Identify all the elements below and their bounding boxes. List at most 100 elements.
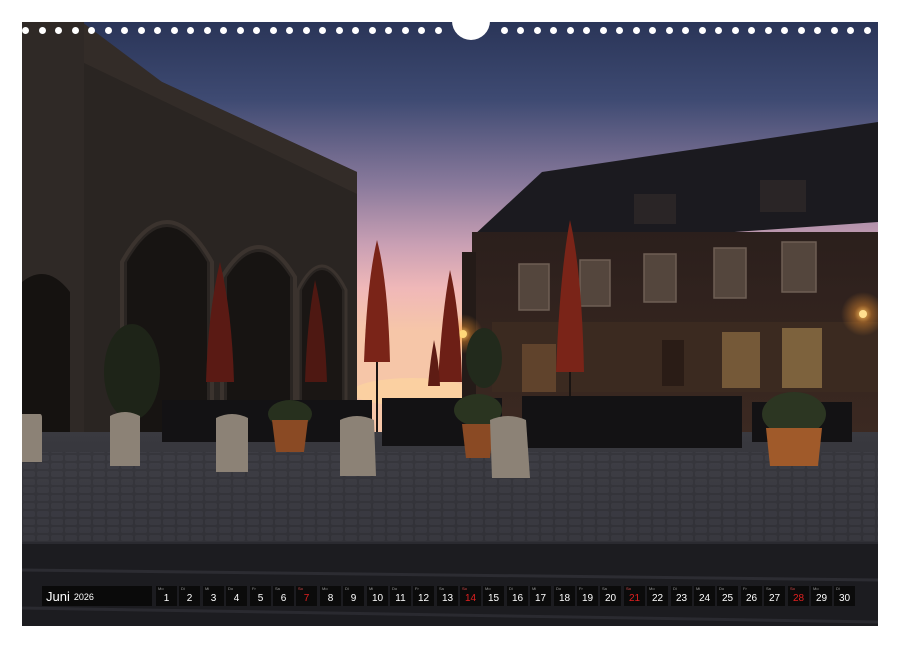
- binding-hole: [715, 27, 722, 34]
- binding-hole: [105, 27, 112, 34]
- day-cell: Mi3: [203, 586, 224, 606]
- binding-hole: [699, 27, 706, 34]
- day-number: 18: [554, 593, 575, 604]
- binding-hole: [72, 27, 79, 34]
- weekday-label: Di: [673, 587, 677, 591]
- day-cell: Sa 13: [437, 586, 458, 606]
- month-label: Juni 2026: [42, 586, 152, 606]
- month-year: 2026: [74, 592, 94, 602]
- day-number: 1: [156, 593, 177, 604]
- binding-hole: [204, 27, 211, 34]
- binding-hole: [154, 27, 161, 34]
- weekday-label: Di: [181, 587, 185, 591]
- day-number: 27: [764, 593, 785, 604]
- day-cell: Do4: [226, 586, 247, 606]
- binding-hole: [39, 27, 46, 34]
- day-number: 8: [320, 593, 341, 604]
- weekday-label: Mo: [813, 587, 819, 591]
- binding-hole: [633, 27, 640, 34]
- binding-hole: [352, 27, 359, 34]
- weekday-label: Sa: [602, 587, 607, 591]
- weekday-label: Sa: [766, 587, 771, 591]
- day-number: 25: [717, 593, 738, 604]
- binding-hole: [831, 27, 838, 34]
- binding-hole: [138, 27, 145, 34]
- binding-hole: [171, 27, 178, 34]
- binding-hole: [847, 27, 854, 34]
- day-number: 13: [437, 593, 458, 604]
- day-cell: Mo 29: [811, 586, 832, 606]
- day-number: 17: [530, 593, 551, 604]
- photo-scene: [22, 22, 878, 626]
- binding-hole: [616, 27, 623, 34]
- day-cell: Di 2: [179, 586, 200, 606]
- weekday-label: So: [626, 587, 631, 591]
- binding-hole: [319, 27, 326, 34]
- binding-hole: [814, 27, 821, 34]
- day-cell: So 7: [296, 586, 317, 606]
- binding-hole: [402, 27, 409, 34]
- binding-hole: [286, 27, 293, 34]
- day-cell: Mo 15: [483, 586, 504, 606]
- day-cell: So14: [460, 586, 481, 606]
- binding-hole: [583, 27, 590, 34]
- binding-hole: [600, 27, 607, 34]
- binding-hole: [385, 27, 392, 34]
- weekday-label: Do: [719, 587, 724, 591]
- binding-hole: [781, 27, 788, 34]
- day-cell: Do18: [554, 586, 575, 606]
- day-number: 14: [460, 593, 481, 604]
- day-number: 15: [483, 593, 504, 604]
- day-number: 21: [624, 593, 645, 604]
- binding-hole: [336, 27, 343, 34]
- day-cell: Di30: [834, 586, 855, 606]
- day-number: 26: [741, 593, 762, 604]
- day-number: 3: [203, 593, 224, 604]
- weekday-label: Di: [345, 587, 349, 591]
- spiral-binding: [22, 24, 878, 38]
- day-number: 19: [577, 593, 598, 604]
- day-cell: Do 25: [717, 586, 738, 606]
- weekday-label: Mi: [696, 587, 700, 591]
- day-number: 24: [694, 593, 715, 604]
- binding-hole: [864, 27, 871, 34]
- weekday-label: Mo: [485, 587, 491, 591]
- day-cell: So28: [788, 586, 809, 606]
- day-number: 29: [811, 593, 832, 604]
- weekday-label: Mo: [649, 587, 655, 591]
- weekday-label: Fr: [252, 587, 256, 591]
- dusk-town-square-photo: [22, 22, 878, 626]
- day-number: 16: [507, 593, 528, 604]
- day-cell: Do 11: [390, 586, 411, 606]
- day-cell: So 21: [624, 586, 645, 606]
- day-number: 7: [296, 593, 317, 604]
- binding-hole: [88, 27, 95, 34]
- binding-hole: [682, 27, 689, 34]
- day-cell: Mo22: [647, 586, 668, 606]
- binding-hole: [237, 27, 244, 34]
- weekday-label: Fr: [579, 587, 583, 591]
- day-cell: Di23: [671, 586, 692, 606]
- weekday-label: Sa: [439, 587, 444, 591]
- day-cell: Sa20: [600, 586, 621, 606]
- tree: [466, 328, 502, 388]
- calendar-strip: Juni 2026 Mo1Di2Mi3Do4Fr5Sa6So7Mo8Di9Mi1…: [42, 586, 858, 606]
- binding-hole: [501, 27, 508, 34]
- weekday-label: Fr: [415, 587, 419, 591]
- day-cell: Fr 19: [577, 586, 598, 606]
- binding-hole: [567, 27, 574, 34]
- binding-hole: [121, 27, 128, 34]
- weekday-label: Fr: [743, 587, 747, 591]
- binding-hole: [303, 27, 310, 34]
- day-number: 11: [390, 593, 411, 604]
- binding-hole: [550, 27, 557, 34]
- weekday-label: Di: [836, 587, 840, 591]
- binding-hole: [55, 27, 62, 34]
- weekday-label: So: [298, 587, 303, 591]
- day-number: 2: [179, 593, 200, 604]
- tree: [104, 324, 160, 420]
- month-name: Juni: [46, 589, 70, 604]
- weekday-label: Do: [392, 587, 397, 591]
- weekday-label: Mi: [532, 587, 536, 591]
- day-number: 5: [250, 593, 271, 604]
